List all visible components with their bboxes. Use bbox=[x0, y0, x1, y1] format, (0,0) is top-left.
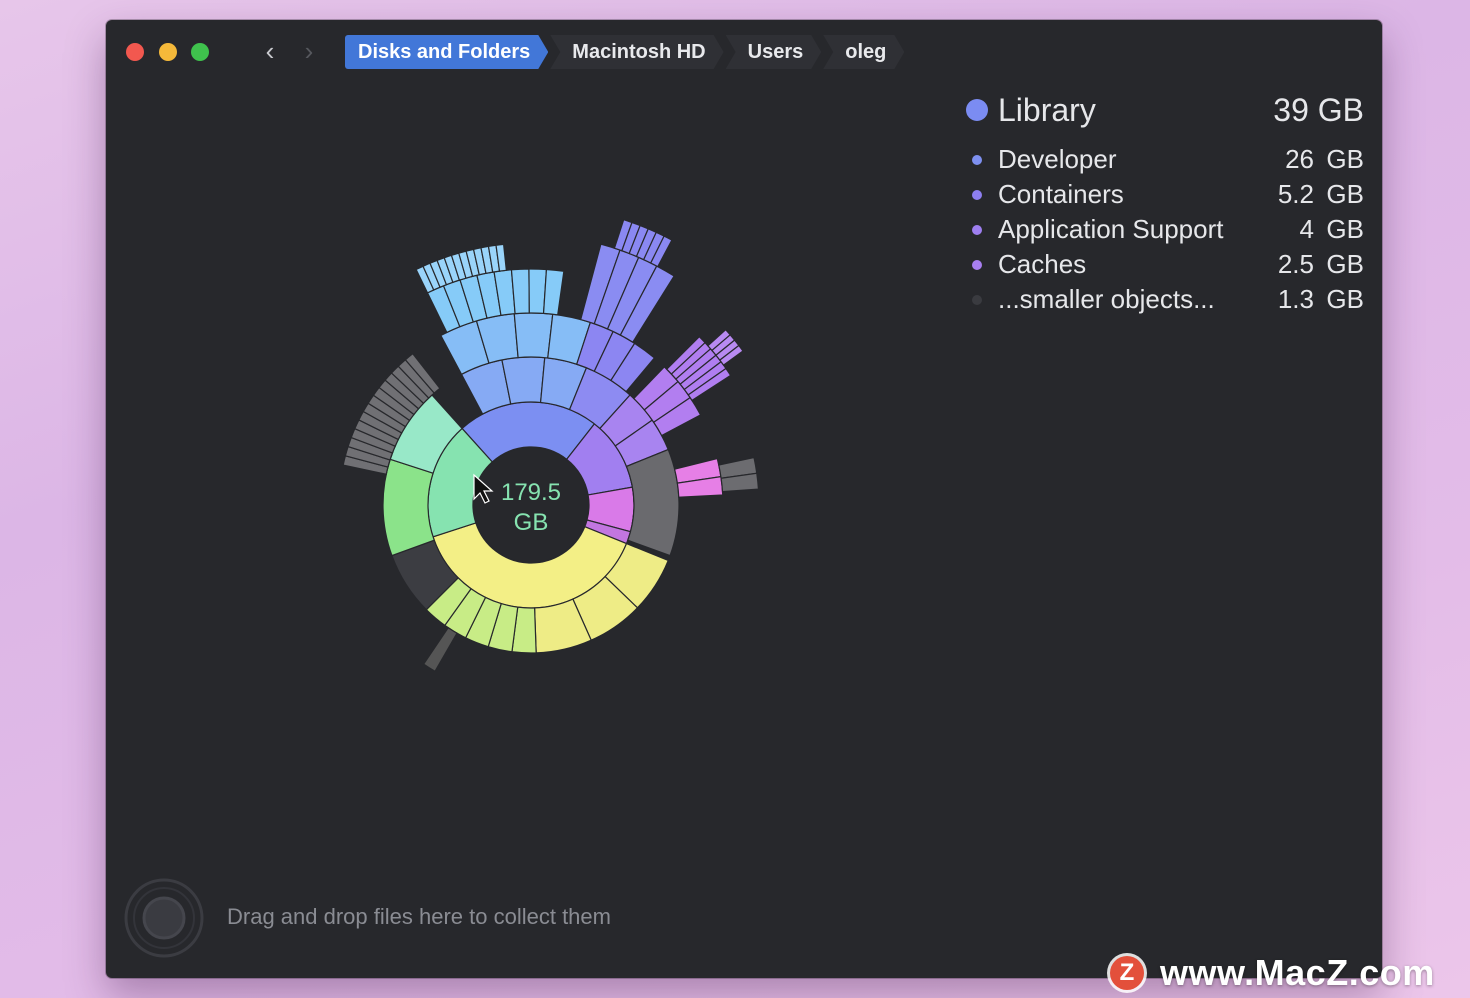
watermark-logo: Z bbox=[1110, 956, 1144, 990]
legend-item[interactable]: Caches 2.5 GB bbox=[964, 247, 1364, 282]
legend-item-dot bbox=[972, 224, 982, 235]
legend-item-dot bbox=[972, 154, 982, 165]
sunburst-segment[interactable] bbox=[513, 312, 554, 359]
legend-item-number: 5.2 bbox=[1277, 179, 1314, 209]
legend-item-size: 26 GB bbox=[1268, 144, 1364, 175]
legend-item-unit: GB bbox=[1326, 144, 1364, 174]
legend-item-dot bbox=[972, 259, 982, 270]
watermark-text: www.MacZ.com bbox=[1160, 952, 1435, 993]
sunburst-segment[interactable] bbox=[625, 448, 680, 557]
legend-header[interactable]: Library 39 GB bbox=[964, 90, 1364, 130]
legend-item-size: 5.2 GB bbox=[1268, 179, 1364, 210]
legend-title: Library bbox=[998, 91, 1096, 128]
legend-item-unit: GB bbox=[1326, 214, 1364, 244]
drop-zone-icon[interactable] bbox=[124, 878, 204, 958]
legend-item[interactable]: Application Support 4 GB bbox=[964, 212, 1364, 247]
legend-item[interactable]: Developer 26 GB bbox=[964, 142, 1364, 177]
sunburst-segment[interactable] bbox=[382, 458, 435, 557]
legend-item-size: 4 GB bbox=[1268, 214, 1364, 245]
legend-item-number: 4 bbox=[1299, 214, 1314, 244]
total-size-unit: GB bbox=[514, 509, 549, 536]
legend-item-size: 2.5 GB bbox=[1268, 249, 1364, 280]
legend-item-name: ...smaller objects... bbox=[998, 284, 1215, 314]
legend-item-name: Application Support bbox=[998, 214, 1224, 244]
legend-item-dot bbox=[972, 189, 982, 200]
sunburst-segment[interactable] bbox=[510, 268, 530, 315]
legend-list: Developer 26 GB Containers 5.2 GB Application … bbox=[964, 142, 1364, 317]
legend-item-name: Containers bbox=[998, 179, 1124, 209]
legend-title-dot bbox=[966, 99, 988, 121]
legend-item-number: 26 bbox=[1285, 144, 1314, 174]
watermark: Z www.MacZ.com bbox=[1110, 952, 1435, 994]
legend-panel: Library 39 GB Developer 26 GB Containers 5.2… bbox=[964, 90, 1364, 317]
legend-item-unit: GB bbox=[1326, 284, 1364, 314]
legend-item-size: 1.3 GB bbox=[1268, 284, 1364, 315]
legend-item-dot bbox=[972, 294, 982, 305]
legend-title-size: 39 GB bbox=[1273, 91, 1364, 128]
legend-item-unit: GB bbox=[1326, 249, 1364, 279]
legend-item-unit: GB bbox=[1326, 179, 1364, 209]
drop-zone-label: Drag and drop files here to collect them bbox=[227, 904, 611, 929]
legend-item[interactable]: Containers 5.2 GB bbox=[964, 177, 1364, 212]
app-window: ‹ › Disks and Folders Macintosh HD Users… bbox=[106, 20, 1382, 978]
sunburst-segment[interactable] bbox=[542, 268, 565, 316]
legend-item[interactable]: ...smaller objects... 1.3 GB bbox=[964, 282, 1364, 317]
legend-item-number: 2.5 bbox=[1277, 249, 1314, 279]
sunburst-segment[interactable] bbox=[422, 626, 458, 673]
legend-item-number: 1.3 bbox=[1277, 284, 1314, 314]
legend-item-name: Caches bbox=[998, 249, 1087, 279]
legend-item-name: Developer bbox=[998, 144, 1117, 174]
total-size-value: 179.5 bbox=[501, 479, 561, 506]
